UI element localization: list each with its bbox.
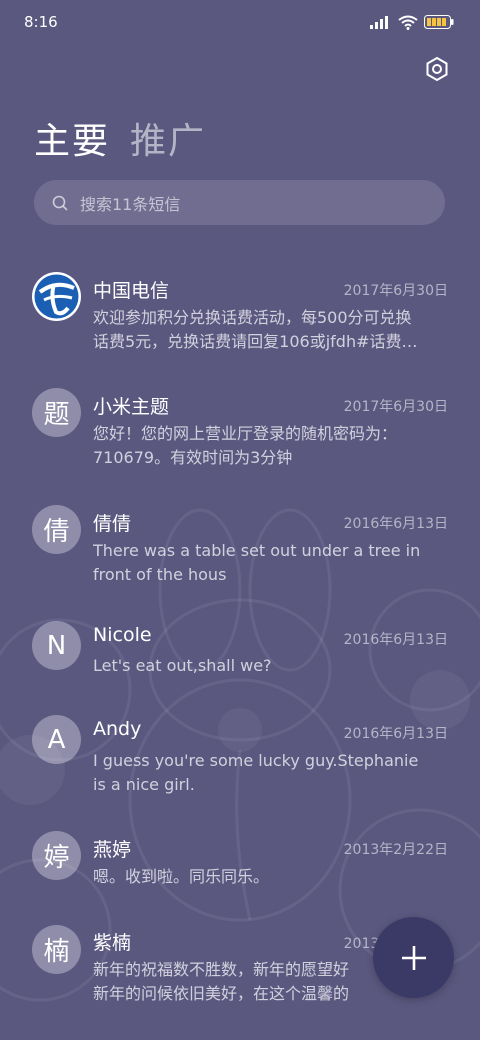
search-icon xyxy=(52,195,68,211)
message-preview: There was a table set out under a tree i… xyxy=(93,539,449,587)
status-icons xyxy=(370,15,454,30)
tab-promotions[interactable]: 推广 xyxy=(130,112,206,164)
search-placeholder: 搜索11条短信 xyxy=(80,194,181,214)
preview-line: 欢迎参加积分兑换话费活动，每500分可兑换 xyxy=(93,308,412,327)
preview-line: 710679。有效时间为3分钟 xyxy=(93,448,293,467)
plus-icon xyxy=(401,945,426,970)
avatar: 题 xyxy=(32,388,81,437)
message-date: 2016年6月13日 xyxy=(343,632,448,648)
message-date: 2017年6月30日 xyxy=(343,399,448,415)
signal-icon xyxy=(370,16,388,29)
avatar: 楠 xyxy=(32,925,81,974)
message-preview: I guess you're some lucky guy.Stephanie … xyxy=(93,749,449,797)
telecom-logo-icon xyxy=(34,274,79,319)
contact-name: 中国电信 xyxy=(93,280,170,302)
message-date: 2016年6月13日 xyxy=(343,516,448,532)
preview-line: 话费5元，兑换话费请回复106或jfdh#话费… xyxy=(93,332,418,351)
conversation-item[interactable]: 婷 燕婷 2013年2月22日 嗯。收到啦。同乐同乐。 xyxy=(0,831,480,907)
conversation-item[interactable]: 题 小米主题 2017年6月30日 您好！您的网上营业厅登录的随机密码为： 71… xyxy=(0,388,480,488)
search-input[interactable]: 搜索11条短信 xyxy=(34,180,445,225)
preview-line: Let's eat out,shall we? xyxy=(93,656,272,675)
preview-line: is a nice girl. xyxy=(93,775,195,794)
wifi-icon xyxy=(398,15,418,30)
preview-line: I guess you're some lucky guy.Stephanie xyxy=(93,751,419,770)
contact-name: 燕婷 xyxy=(93,839,132,861)
china-telecom-logo xyxy=(32,272,81,321)
contact-name: 倩倩 xyxy=(93,513,132,535)
message-preview: 您好！您的网上营业厅登录的随机密码为： 710679。有效时间为3分钟 xyxy=(93,422,449,470)
status-time: 8:16 xyxy=(24,13,58,31)
preview-line: 嗯。收到啦。同乐同乐。 xyxy=(93,867,270,886)
preview-line: There was a table set out under a tree i… xyxy=(93,541,421,560)
conversation-item[interactable]: N Nicole 2016年6月13日 Let's eat out,shall … xyxy=(0,621,480,697)
contact-name: 紫楠 xyxy=(93,932,132,954)
avatar: N xyxy=(32,621,81,670)
tab-bar: 主要 推广 xyxy=(34,112,206,164)
conversation-item[interactable]: A Andy 2016年6月13日 I guess you're some lu… xyxy=(0,715,480,815)
message-date: 2017年6月30日 xyxy=(343,283,448,299)
message-date: 2013年2月22日 xyxy=(343,842,448,858)
message-preview: 嗯。收到啦。同乐同乐。 xyxy=(93,865,449,889)
avatar: A xyxy=(32,715,81,764)
message-date: 2016年6月13日 xyxy=(343,726,448,742)
status-bar: 8:16 xyxy=(0,0,480,44)
avatar: 婷 xyxy=(32,831,81,880)
tab-primary[interactable]: 主要 xyxy=(34,112,110,164)
gear-icon xyxy=(426,56,448,82)
new-message-button[interactable] xyxy=(373,917,454,998)
avatar: 倩 xyxy=(32,505,81,554)
contact-name: Andy xyxy=(93,718,142,740)
conversation-item[interactable]: 中国电信 2017年6月30日 欢迎参加积分兑换话费活动，每500分可兑换 话费… xyxy=(0,272,480,372)
message-preview: Let's eat out,shall we? xyxy=(93,654,449,678)
conversation-item[interactable]: 倩 倩倩 2016年6月13日 There was a table set ou… xyxy=(0,505,480,605)
battery-icon xyxy=(424,15,454,29)
preview-line: 您好！您的网上营业厅登录的随机密码为： xyxy=(93,424,398,443)
message-preview: 欢迎参加积分兑换话费活动，每500分可兑换 话费5元，兑换话费请回复106或jf… xyxy=(93,306,449,354)
contact-name: Nicole xyxy=(93,624,152,646)
contact-name: 小米主题 xyxy=(93,396,170,418)
preview-line: front of the hous xyxy=(93,565,227,584)
settings-button[interactable] xyxy=(424,56,450,82)
